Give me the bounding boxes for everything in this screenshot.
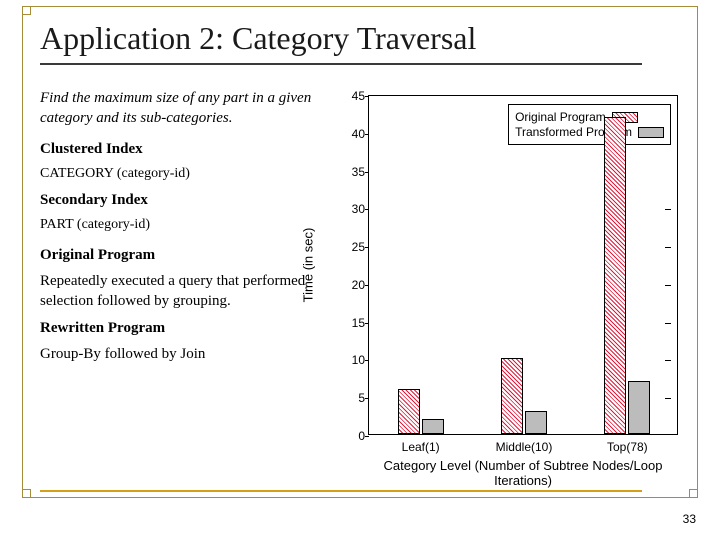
legend-swatch-icon (638, 127, 664, 138)
legend-entry: Transformed Program (515, 125, 664, 139)
chart-plot-area: Original Program Transformed Program 051… (368, 95, 678, 435)
original-program-body: Repeatedly executed a query that perform… (40, 271, 340, 312)
intro-text: Find the maximum size of any part in a g… (40, 88, 340, 129)
legend-entry: Original Program (515, 110, 664, 124)
bar-original (501, 358, 523, 434)
frame-corner-icon (689, 489, 698, 498)
chart-legend: Original Program Transformed Program (508, 104, 671, 145)
chart-xtick: Top(78) (607, 440, 648, 454)
bar-original (604, 117, 626, 434)
accent-rule (40, 490, 642, 492)
chart: Time (in sec) Original Program Transform… (310, 95, 695, 490)
page-number: 33 (683, 512, 696, 526)
chart-ylabel: Time (in sec) (301, 228, 316, 303)
legend-label-original: Original Program (515, 110, 606, 124)
chart-xtick: Leaf(1) (402, 440, 440, 454)
frame-corner-icon (22, 6, 31, 15)
bar-transformed (628, 381, 650, 434)
page-title: Application 2: Category Traversal (40, 20, 642, 65)
bar-transformed (422, 419, 444, 434)
secondary-index-heading: Secondary Index (40, 190, 340, 210)
chart-xtick: Middle(10) (496, 440, 553, 454)
clustered-index-body: CATEGORY (category-id) (40, 165, 340, 184)
secondary-index-body: PART (category-id) (40, 216, 340, 235)
clustered-index-heading: Clustered Index (40, 139, 340, 159)
chart-xlabel: Category Level (Number of Subtree Nodes/… (368, 458, 678, 488)
rewritten-program-body: Group-By followed by Join (40, 344, 340, 364)
bar-transformed (525, 411, 547, 434)
bar-original (398, 389, 420, 434)
rewritten-program-heading: Rewritten Program (40, 320, 165, 336)
original-program-heading: Original Program (40, 247, 155, 263)
frame-corner-icon (22, 489, 31, 498)
slide-text: Find the maximum size of any part in a g… (40, 88, 340, 370)
